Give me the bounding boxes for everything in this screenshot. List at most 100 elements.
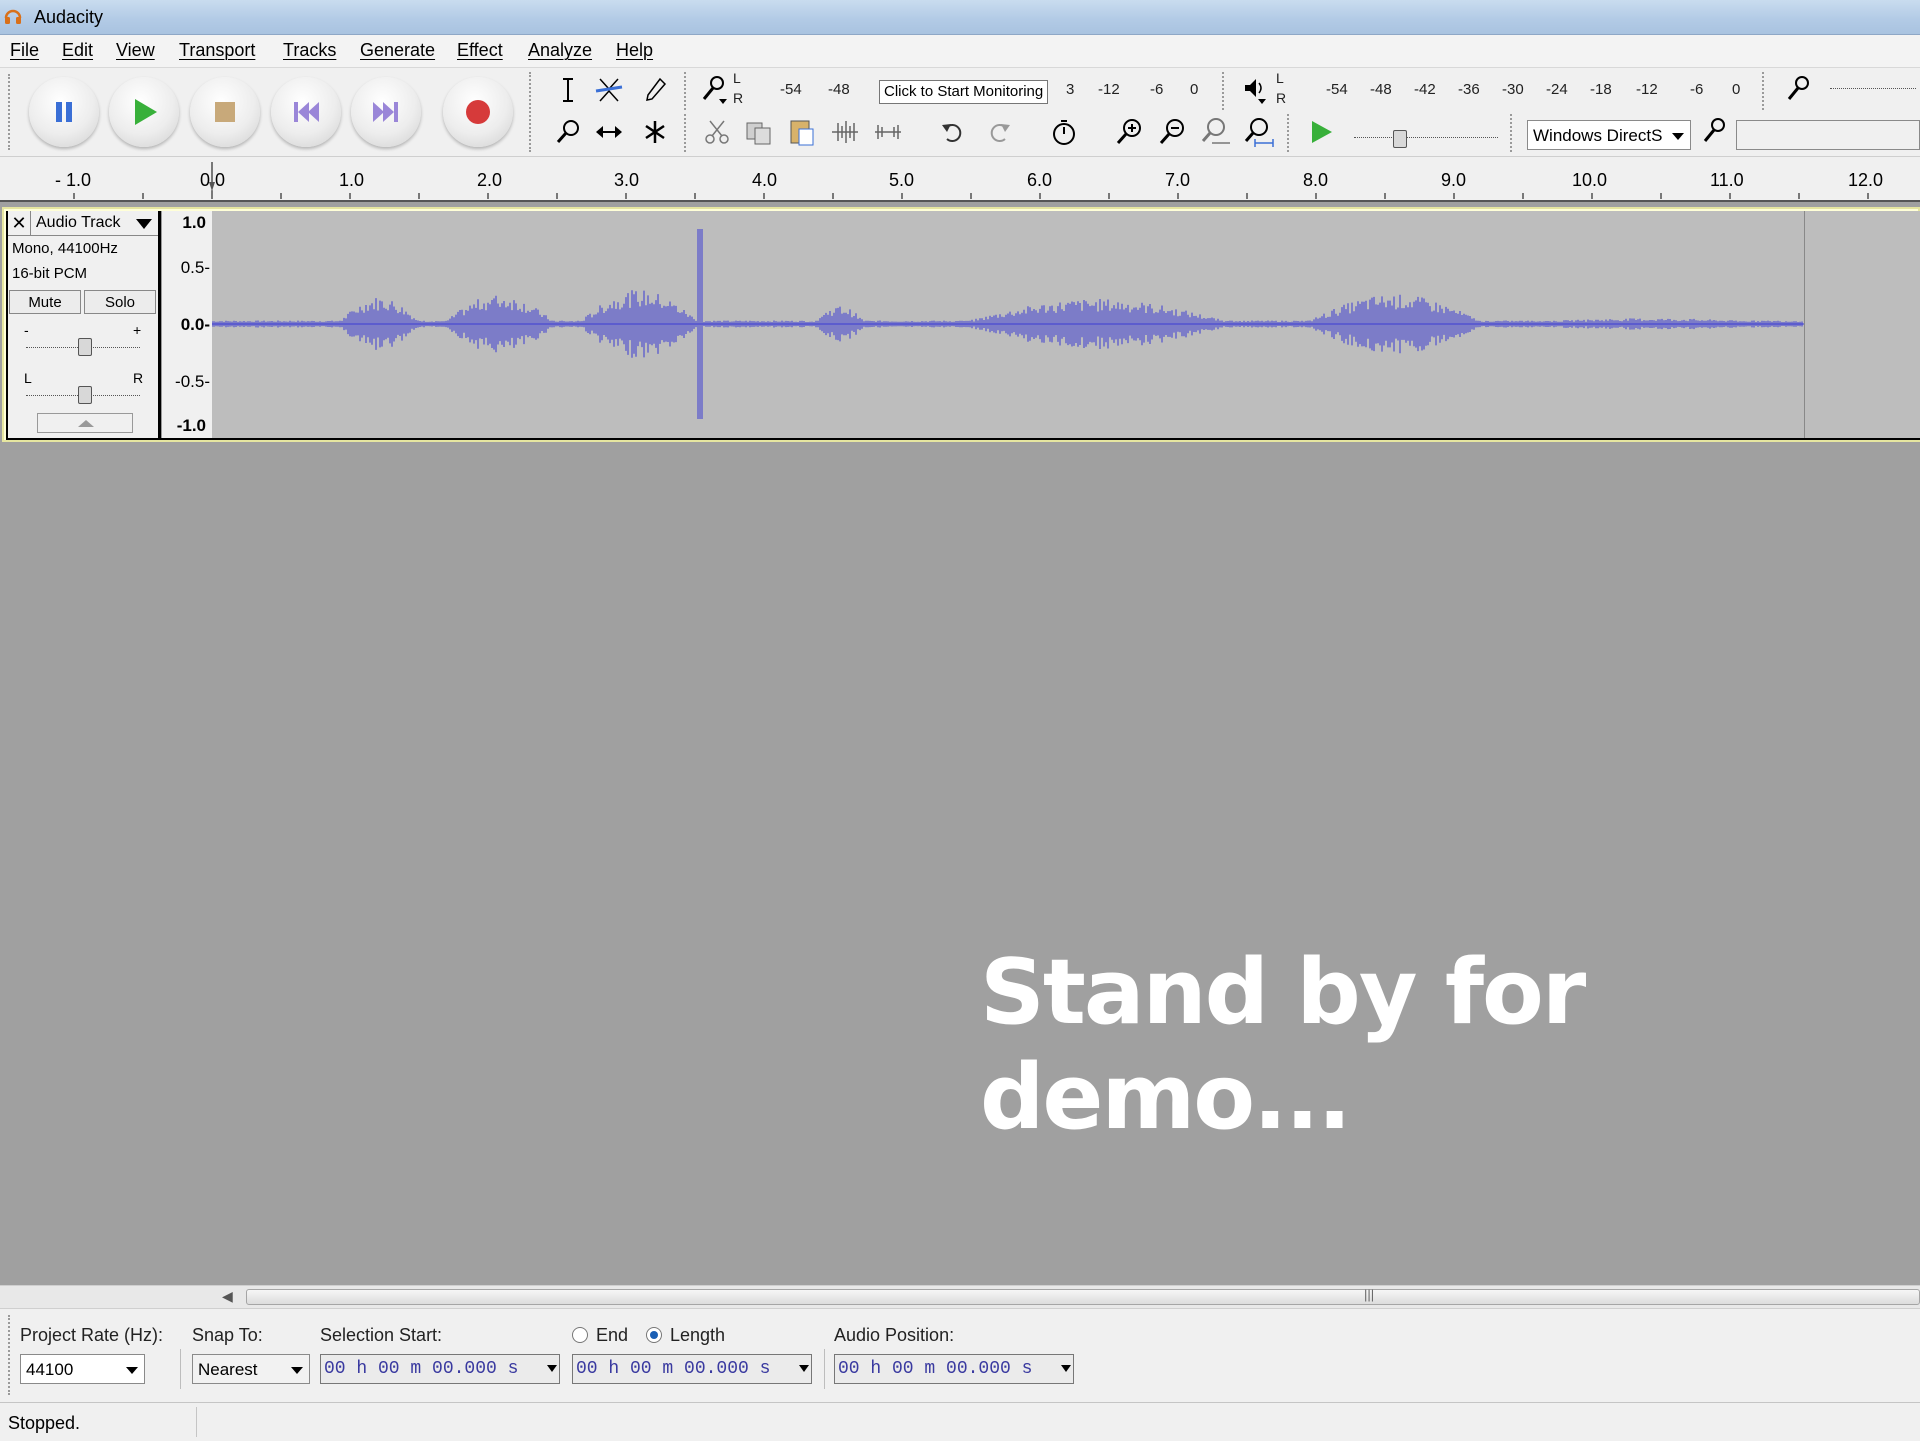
envelope-tool-button[interactable] [592,73,626,107]
trim-button[interactable] [828,115,862,149]
microphone-icon [1787,76,1809,100]
playback-meter-tick: -12 [1636,81,1658,98]
project-rate-value: 44100 [26,1360,74,1379]
gain-plus-label: + [133,322,142,338]
time-shift-tool-button[interactable] [592,115,626,149]
audio-host-select[interactable]: Windows DirectS [1527,120,1691,150]
input-device-button[interactable] [1698,115,1732,149]
toolbar-grip[interactable] [1762,72,1770,110]
draw-tool-button[interactable] [638,73,672,107]
toolbar-grip[interactable] [529,72,537,152]
pan-slider-thumb[interactable] [78,386,92,404]
project-rate-select[interactable]: 44100 [20,1354,145,1384]
copy-button[interactable] [742,115,776,149]
waveform-empty-region[interactable] [1804,211,1920,438]
skip-to-start-button[interactable] [271,77,341,147]
audio-position-time[interactable]: 00 h 00 m 00.000 s [834,1354,1074,1384]
status-bar: Stopped. [0,1402,1920,1441]
input-level-slider[interactable] [1830,88,1916,89]
play-icon [135,99,157,125]
envelope-icon [595,78,623,102]
meter-channel-l: L [733,70,741,86]
toolbar-grip[interactable] [8,74,16,150]
scrollbar-thumb[interactable] [246,1289,1920,1305]
stop-button[interactable] [190,77,260,147]
chevron-down-icon [799,1365,809,1372]
input-level-button[interactable] [1782,73,1816,107]
zoom-tool-button[interactable] [551,115,585,149]
menu-generate[interactable]: Generate [360,40,435,61]
menu-help[interactable]: Help [616,40,653,61]
menu-view[interactable]: View [116,40,155,61]
chevron-down-icon [136,219,152,229]
multi-tool-button[interactable] [638,115,672,149]
redo-button[interactable] [981,115,1015,149]
input-device-select[interactable] [1736,120,1920,150]
waveform-display[interactable] [211,211,1804,438]
status-text: Stopped. [8,1413,81,1433]
length-radio[interactable] [646,1327,662,1343]
play-speed-slider-thumb[interactable] [1393,130,1407,148]
scroll-left-arrow-icon[interactable]: ◀ [222,1288,233,1305]
record-icon [466,100,490,124]
play-button[interactable] [109,77,179,147]
playback-meter-tick: -48 [1370,81,1392,98]
end-radio-label: End [596,1325,629,1345]
gain-slider-thumb[interactable] [78,338,92,356]
menu-file[interactable]: File [10,40,39,61]
end-radio[interactable] [572,1327,588,1343]
menu-analyze[interactable]: Analyze [528,40,592,61]
menu-tracks[interactable]: Tracks [283,40,336,61]
pause-button[interactable] [29,77,99,147]
solo-button[interactable]: Solo [84,290,156,314]
track-format-bits: 16-bit PCM [12,265,88,282]
toolbar-grip[interactable] [1510,114,1518,152]
cut-button[interactable] [700,115,734,149]
pan-right-label: R [133,370,144,386]
menu-edit[interactable]: Edit [62,40,93,61]
collapse-track-button[interactable] [37,413,133,433]
horizontal-scrollbar[interactable]: ◀ ||| [0,1285,1920,1308]
record-button[interactable] [443,77,513,147]
selection-toolbar: Project Rate (Hz): 44100 Snap To: Neares… [0,1308,1920,1402]
zoom-out-button[interactable] [1155,115,1189,149]
undo-button[interactable] [937,115,971,149]
toolbar-grip[interactable] [1287,114,1295,152]
record-meter-tick: -6 [1150,81,1164,98]
zoom-out-icon [1159,119,1184,144]
play-speed-slider[interactable] [1354,137,1498,138]
snap-to-select[interactable]: Nearest [192,1354,310,1384]
fit-selection-button[interactable] [1198,115,1232,149]
selection-tool-button[interactable] [551,73,585,107]
chevron-down-icon [547,1365,557,1372]
playback-meter-button[interactable] [1240,73,1274,107]
zoom-in-button[interactable] [1112,115,1146,149]
play-at-speed-button[interactable] [1304,115,1338,149]
toolbar-grip[interactable] [8,1315,16,1395]
paste-button[interactable] [785,115,819,149]
toolbar-grip[interactable] [1222,72,1230,110]
toolbar-grip[interactable] [684,72,692,110]
zoom-fit-project-icon [1244,118,1274,147]
title-bar: Audacity [0,0,1920,35]
timeline-ruler[interactable]: - 1.0 0.0 1.0 2.0 3.0 4.0 5.0 6.0 7.0 8.… [0,157,1920,202]
menu-effect[interactable]: Effect [457,40,503,61]
selection-start-time[interactable]: 00 h 00 m 00.000 s [320,1354,560,1384]
selection-length-time[interactable]: 00 h 00 m 00.000 s [572,1354,812,1384]
silence-button[interactable] [871,115,905,149]
track-close-button[interactable]: ✕ [8,211,31,235]
track-name-menu[interactable]: Audio Track [36,214,120,232]
toolbar-grip[interactable] [684,114,692,152]
skip-to-end-button[interactable] [351,77,421,147]
chevron-down-icon [291,1367,303,1374]
record-meter-button[interactable] [697,73,731,107]
status-divider [196,1407,197,1437]
sync-lock-button[interactable] [1047,115,1081,149]
menu-transport[interactable]: Transport [179,40,255,61]
microphone-icon [702,76,727,104]
amplitude-ruler[interactable]: 1.0 0.5- 0.0- -0.5- -1.0 [161,211,212,438]
mute-button[interactable]: Mute [9,290,81,314]
fit-project-button[interactable] [1241,115,1275,149]
amplitude-label: 0.5- [180,258,210,277]
audio-position-value: 00 h 00 m 00.000 s [838,1359,1033,1379]
